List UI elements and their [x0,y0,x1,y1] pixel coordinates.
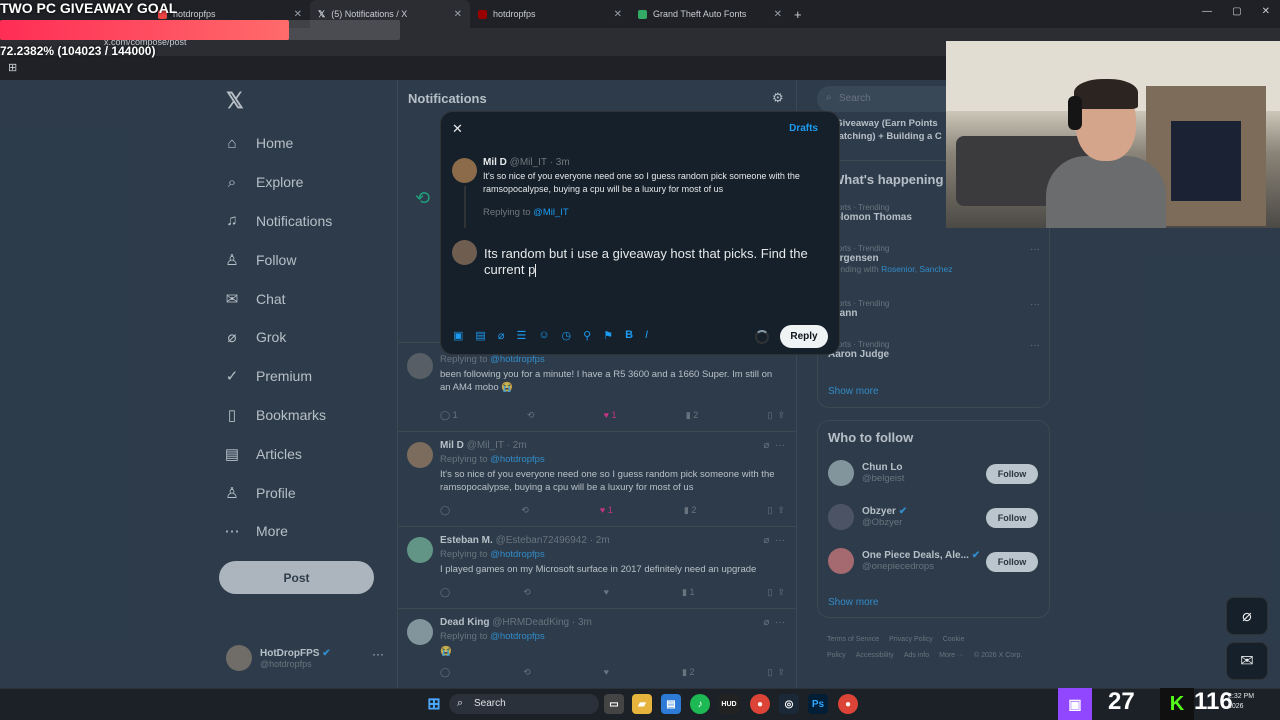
schedule-icon[interactable]: ◷ [562,329,572,342]
composer-toolbar: ▣ ▤ ⌀ ☰ ☺ ◷ ⚲ ⚑ B I [453,329,648,342]
steam-icon[interactable]: ◎ [779,694,799,714]
image-icon[interactable]: ▣ [453,329,463,342]
grok-icon[interactable]: ⌀ [498,329,505,342]
poll-icon[interactable]: ☰ [516,329,526,342]
replying-to: Replying to @Mil_IT [483,207,569,218]
close-icon[interactable]: ✕ [294,9,302,20]
x-favicon-icon: 𝕏 [318,8,326,19]
thread-line [464,186,466,228]
twitch-icon: ▣ [1058,688,1092,720]
close-icon[interactable]: ✕ [454,9,462,20]
taskbar-clock: 2:32 PM 2026 [1228,693,1255,710]
notepad-icon[interactable]: ▤ [661,694,681,714]
webcam-tv [1171,121,1241,201]
taskbar-search[interactable]: ⌕ Search [449,694,599,714]
folder-icon[interactable]: ▰ [632,694,652,714]
goal-progress-bar [0,20,400,40]
file-explorer-icon[interactable]: ▭ [604,694,624,714]
photoshop-icon[interactable]: Ps [808,694,828,714]
avatar [452,158,477,183]
flag-icon[interactable]: ⚑ [603,329,613,342]
minimize-icon[interactable]: — [1202,6,1212,17]
reply-modal: ✕ Drafts Mil D @Mil_IT · 3m It's so nice… [441,112,839,354]
quoted-header: Mil D @Mil_IT · 3m [483,157,570,168]
windows-start-icon[interactable]: ⊞ [424,694,444,714]
italic-icon[interactable]: I [645,329,648,342]
emoji-icon[interactable]: ☺ [538,329,549,342]
browser-tab-3[interactable]: Grand Theft Auto Fonts ✕ [630,0,790,28]
quoted-text: It's so nice of you everyone need one so… [483,171,800,194]
location-icon[interactable]: ⚲ [583,329,591,342]
avatar [452,240,477,265]
search-icon: ⌕ [457,697,464,709]
apps-grid-icon[interactable]: ⊞ [8,61,17,74]
kick-viewer-count: 116 [1194,688,1233,715]
tab-label: hotdropfps [173,9,216,19]
close-window-icon[interactable]: ✕ [1262,6,1270,17]
close-icon[interactable]: ✕ [774,9,782,20]
chrome-icon[interactable]: ● [838,694,858,714]
grok-icon[interactable]: ⌀ [1226,597,1268,635]
tab-label: hotdropfps [493,9,536,19]
webcam-headset [1068,96,1082,130]
close-icon[interactable]: ✕ [452,121,463,137]
messages-icon[interactable]: ✉ [1226,642,1268,680]
tab-label: Grand Theft Auto Fonts [653,9,747,19]
reply-textbox[interactable]: Its random but i use a giveaway host tha… [484,246,824,278]
tab-favicon [638,9,647,19]
goal-progress-fill [0,20,289,40]
char-counter [755,330,769,344]
new-tab-icon[interactable]: + [794,7,802,22]
quoted-post: Mil D @Mil_IT · 3m It's so nice of you e… [483,157,828,218]
gif-icon[interactable]: ▤ [475,329,485,342]
mention-link[interactable]: @Mil_IT [533,207,569,218]
kick-icon: K [1160,688,1194,720]
chrome-icon[interactable]: ● [750,694,770,714]
tab-label: (5) Notifications / X [331,9,408,19]
browser-tab-2[interactable]: hotdropfps ✕ [470,0,630,28]
goal-progress-text: 72.2382% (104023 / 144000) [0,44,156,58]
spotify-icon[interactable]: ♪ [690,694,710,714]
window-controls: — ▢ ✕ [1202,6,1270,17]
reply-button[interactable]: Reply [780,325,828,348]
webcam-shirt [1046,156,1166,228]
drafts-button[interactable]: Drafts [789,123,818,134]
maximize-icon[interactable]: ▢ [1232,6,1241,17]
twitch-viewer-count: 27 [1108,688,1135,715]
webcam-feed [946,41,1280,228]
bold-icon[interactable]: B [625,329,633,342]
text-caret [535,264,537,278]
close-icon[interactable]: ✕ [614,9,622,20]
tab-favicon [478,9,487,19]
goal-title: TWO PC GIVEAWAY GOAL [0,0,178,16]
webcam-hair [1074,79,1138,109]
hud-icon[interactable]: HUD [719,694,739,714]
